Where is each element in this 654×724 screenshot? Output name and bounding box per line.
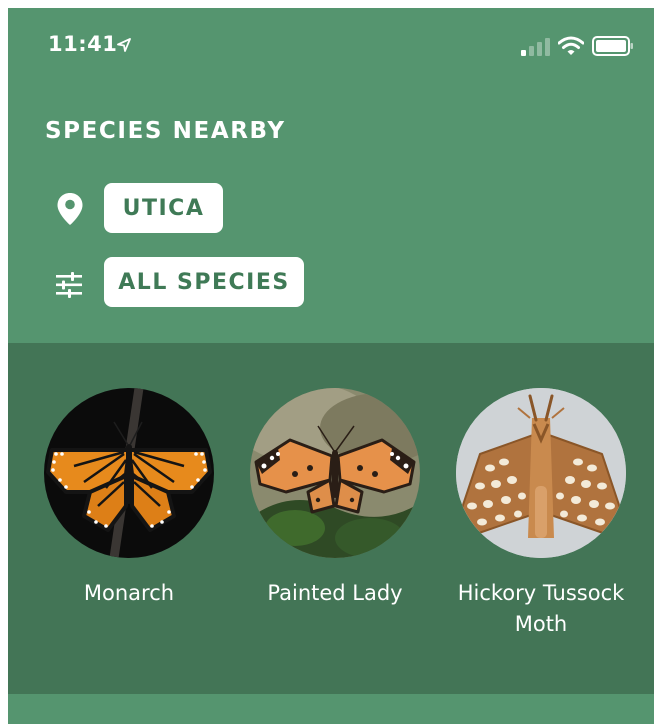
wifi-icon bbox=[558, 36, 584, 55]
species-carousel: Monarch Painted Lady Hickory Tussock Mot… bbox=[8, 343, 654, 694]
page-title: SPECIES NEARBY bbox=[45, 118, 286, 144]
app-screen: 11:41 SPECIES NEARBY UTICA ALL SPECIES M… bbox=[8, 8, 654, 724]
species-card-hickory-tussock-moth[interactable]: Hickory Tussock Moth bbox=[441, 388, 641, 640]
monarch-photo bbox=[44, 388, 214, 558]
filter-sliders-icon bbox=[56, 272, 82, 298]
painted-lady-photo bbox=[250, 388, 420, 558]
battery-icon bbox=[592, 36, 633, 56]
signal-icon bbox=[521, 38, 550, 56]
status-time: 11:41 bbox=[48, 32, 118, 56]
status-bar: 11:41 bbox=[8, 8, 654, 88]
location-chip[interactable]: UTICA bbox=[104, 183, 223, 233]
species-name: Hickory Tussock Moth bbox=[457, 581, 625, 636]
species-name: Painted Lady bbox=[267, 581, 403, 605]
location-pin-icon bbox=[57, 193, 83, 225]
bottom-section bbox=[8, 694, 654, 724]
species-card-painted-lady[interactable]: Painted Lady bbox=[235, 388, 435, 609]
hickory-tussock-moth-photo bbox=[456, 388, 626, 558]
species-filter-chip[interactable]: ALL SPECIES bbox=[104, 257, 304, 307]
species-name: Monarch bbox=[83, 581, 175, 605]
location-arrow-icon bbox=[117, 38, 131, 52]
species-card-monarch[interactable]: Monarch bbox=[29, 388, 229, 609]
